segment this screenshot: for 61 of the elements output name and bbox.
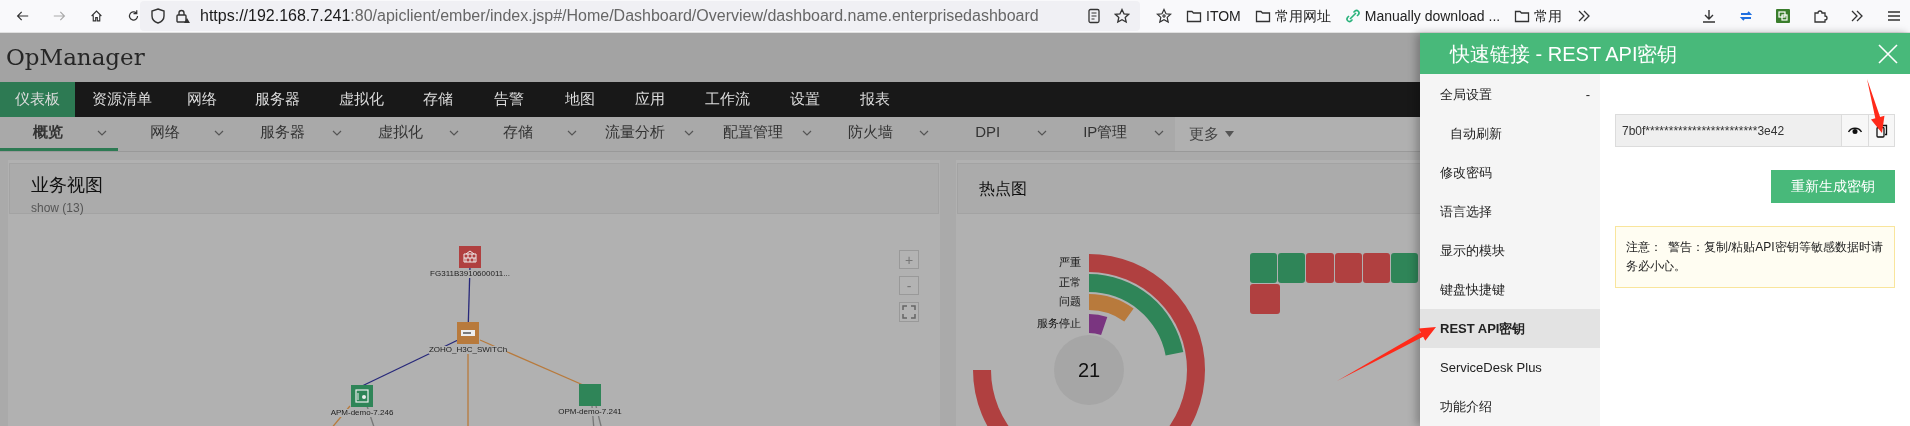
status-label: 服务停止 — [1036, 317, 1081, 329]
bookmark[interactable]: Manually download ... — [1344, 5, 1501, 27]
bookmark-star-icon[interactable] — [1114, 8, 1130, 24]
heat-tile[interactable] — [1306, 253, 1334, 283]
nav-tab[interactable]: 仪表板 — [0, 82, 75, 117]
device-node-icon[interactable] — [457, 322, 479, 344]
heat-tile[interactable] — [1250, 284, 1280, 314]
heat-tile[interactable] — [1250, 253, 1278, 283]
sub-nav-tab[interactable]: 网络 — [117, 117, 235, 151]
link-icon — [1344, 8, 1361, 24]
center-circle — [1054, 335, 1124, 405]
sub-nav-tab[interactable]: 服务器 — [235, 117, 353, 151]
menu-icon[interactable] — [1886, 8, 1902, 24]
device-node-icon[interactable] — [351, 385, 373, 407]
status-label: 正常 — [1058, 277, 1081, 288]
settings-menu-item[interactable]: REST API密钥 — [1420, 309, 1600, 348]
total-count: 21 — [1077, 360, 1101, 380]
reader-view-icon[interactable] — [1086, 8, 1102, 24]
caret-icon — [1225, 131, 1234, 137]
sub-nav-tab[interactable]: 虚拟化 — [352, 117, 470, 151]
node-label: APM-demo-7.246 — [330, 409, 394, 417]
bookmark[interactable]: ITOM — [1186, 5, 1241, 27]
sub-nav-tab[interactable]: 防火墙 — [822, 117, 940, 151]
extension-icon[interactable] — [1775, 8, 1791, 24]
shield-icon[interactable] — [150, 8, 166, 24]
panel-title: 业务视图 — [31, 174, 104, 197]
puzzle-icon[interactable] — [1812, 8, 1828, 24]
folder-icon — [1254, 8, 1271, 24]
app-title: OpManager — [6, 43, 145, 73]
bookmark[interactable]: 常用 — [1514, 5, 1563, 27]
node-label: FG311B3910600011... — [430, 270, 510, 278]
panel-title: 热点图 — [979, 178, 1027, 199]
heat-tile[interactable] — [1278, 253, 1306, 283]
device-node-icon[interactable] — [459, 246, 481, 268]
node-label: ZOHO_H3C_SWITCh — [428, 346, 508, 354]
heat-tile[interactable] — [1362, 253, 1390, 283]
folder-icon — [1514, 8, 1531, 24]
reload-icon[interactable] — [127, 8, 140, 24]
chevrons-icon[interactable] — [1849, 8, 1865, 24]
lock-icon[interactable] — [174, 8, 190, 24]
status-label: 问题 — [1058, 296, 1081, 307]
home-icon[interactable] — [90, 8, 103, 24]
device-node-icon[interactable] — [579, 384, 601, 406]
status-label: 严重 — [1058, 257, 1081, 268]
download-icon[interactable] — [1701, 8, 1717, 24]
heat-tile[interactable] — [1334, 253, 1362, 283]
sub-nav-tab[interactable]: 存储 — [470, 117, 588, 151]
sub-nav-tab[interactable]: 配置管理 — [705, 117, 823, 151]
sub-nav-tab[interactable]: DPI — [940, 117, 1058, 151]
sub-nav-tab[interactable]: 流量分析 — [587, 117, 705, 151]
sub-nav-tab[interactable]: IP管理 — [1057, 117, 1175, 151]
close-icon[interactable] — [1878, 43, 1898, 64]
panel-title: 快速链接 - REST API密钥 — [1450, 41, 1678, 67]
sub-nav-tab[interactable]: 概览 — [0, 117, 118, 151]
more-menu[interactable]: 更多 — [1175, 117, 1420, 151]
heat-tile[interactable] — [1390, 253, 1418, 283]
warning-note: 注意： 警告：复制/粘贴API密钥等敏感数据时请务必小心。 — [1615, 226, 1895, 288]
bookmark[interactable]: 常用网址 — [1254, 5, 1331, 27]
folder-icon — [1186, 8, 1202, 24]
star-icon[interactable] — [1156, 8, 1172, 24]
node-label: OPM-demo-7.241 — [558, 408, 622, 416]
